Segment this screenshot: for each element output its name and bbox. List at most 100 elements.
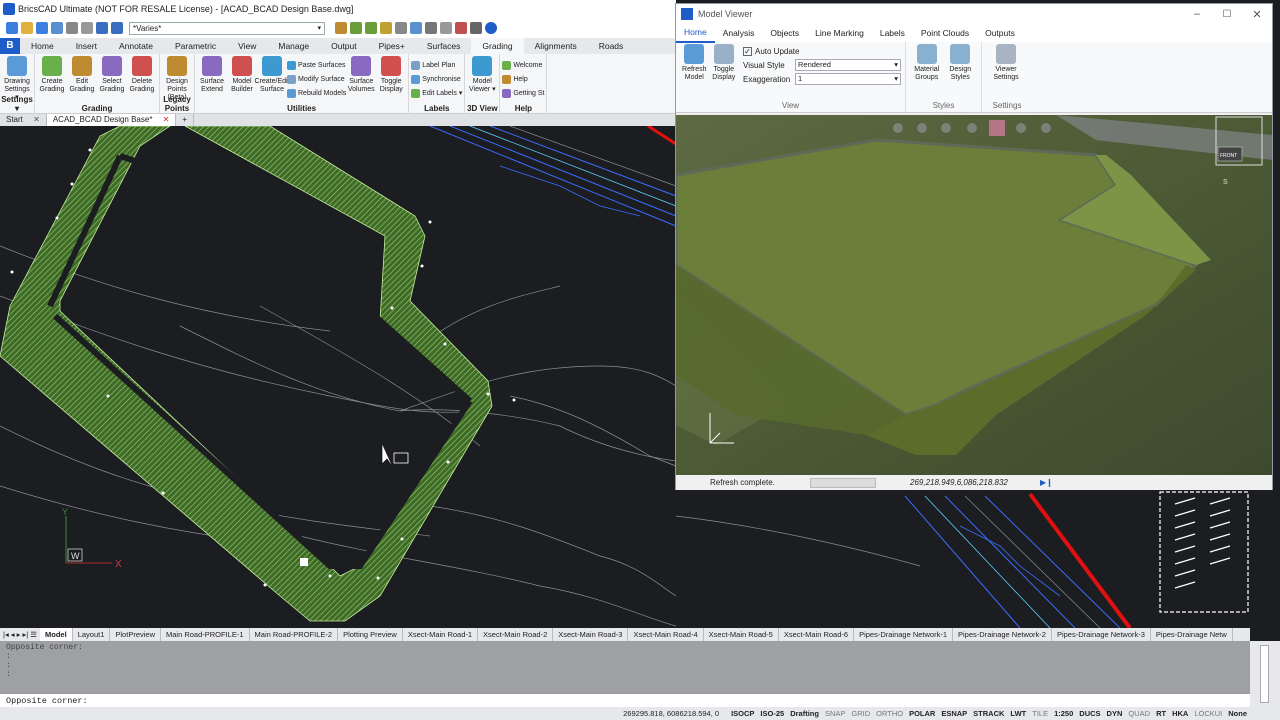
visual-style-select[interactable]: Rendered ▾ bbox=[795, 59, 901, 71]
status-toggle-polar[interactable]: POLAR bbox=[906, 709, 938, 718]
status-toggle-lockui[interactable]: LOCKUI bbox=[1191, 709, 1225, 718]
layer-lock-icon[interactable] bbox=[380, 22, 392, 34]
ribbon-small-label-plan[interactable]: Label Plan bbox=[411, 58, 462, 72]
ribbon-tab-home[interactable]: Home bbox=[20, 38, 65, 54]
mv-tab-objects[interactable]: Objects bbox=[762, 24, 807, 42]
layout-tab[interactable]: Layout1 bbox=[73, 628, 111, 641]
ribbon-tab-view[interactable]: View bbox=[227, 38, 267, 54]
ribbon-tab-grading[interactable]: Grading bbox=[471, 38, 524, 54]
layout-tab[interactable]: Pipes-Drainage Network-2 bbox=[953, 628, 1052, 641]
status-toggle-rt[interactable]: RT bbox=[1153, 709, 1169, 718]
help-icon[interactable] bbox=[485, 22, 497, 34]
document-tab[interactable]: ACAD_BCAD Design Base* ✕ bbox=[46, 114, 177, 126]
ribbon-small-paste-surfaces[interactable]: Paste Surfaces bbox=[287, 58, 346, 72]
layout-nav-arrows[interactable]: |◂ ◂ ▸ ▸| ☰ bbox=[0, 630, 40, 639]
layout-tab[interactable]: PlotPreview bbox=[110, 628, 161, 641]
layer-color-icon[interactable] bbox=[395, 22, 407, 34]
ribbon-tab-roads[interactable]: Roads bbox=[588, 38, 635, 54]
ribbon-small-getting-st[interactable]: Getting St bbox=[502, 86, 544, 100]
ribbon-tab-manage[interactable]: Manage bbox=[267, 38, 320, 54]
ribbon-tab-surfaces[interactable]: Surfaces bbox=[416, 38, 472, 54]
layout-tab[interactable]: Xsect-Main Road-4 bbox=[628, 628, 704, 641]
status-toggle-iso-25[interactable]: ISO-25 bbox=[757, 709, 787, 718]
mv-tab-analysis[interactable]: Analysis bbox=[715, 24, 763, 42]
print-icon[interactable] bbox=[66, 22, 78, 34]
status-toggle-snap[interactable]: SNAP bbox=[822, 709, 848, 718]
status-toggle-ortho[interactable]: ORTHO bbox=[873, 709, 906, 718]
ribbon-tab-insert[interactable]: Insert bbox=[65, 38, 108, 54]
ribbon-small-help[interactable]: Help bbox=[502, 72, 544, 86]
grip-square[interactable] bbox=[300, 558, 308, 566]
maximize-icon[interactable]: ☐ bbox=[1212, 9, 1242, 20]
status-toggle-esnap[interactable]: ESNAP bbox=[938, 709, 970, 718]
mv-tab-point-clouds[interactable]: Point Clouds bbox=[913, 24, 977, 42]
layout-tab[interactable]: Xsect-Main Road-2 bbox=[478, 628, 554, 641]
layout-tab[interactable]: Xsect-Main Road-6 bbox=[779, 628, 855, 641]
layer-freeze-icon[interactable] bbox=[365, 22, 377, 34]
status-toggle-grid[interactable]: GRID bbox=[848, 709, 873, 718]
model-3d-svg[interactable]: FRONT S bbox=[674, 115, 1272, 475]
layout-tab[interactable]: Model bbox=[40, 628, 73, 641]
close-icon[interactable]: ✕ bbox=[160, 115, 170, 124]
ribbon-tab-pipes-[interactable]: Pipes+ bbox=[368, 38, 416, 54]
layout-tab[interactable]: Xsect-Main Road-1 bbox=[403, 628, 479, 641]
command-scrollbar[interactable] bbox=[1250, 641, 1280, 707]
layout-tab[interactable]: Xsect-Main Road-5 bbox=[704, 628, 779, 641]
new-tab-plus-icon[interactable]: + bbox=[176, 114, 195, 126]
app-menu-button[interactable]: B bbox=[0, 38, 20, 54]
layout-tab[interactable]: Main Road-PROFILE-2 bbox=[250, 628, 339, 641]
mv-tab-labels[interactable]: Labels bbox=[872, 24, 913, 42]
undo-icon[interactable] bbox=[96, 22, 108, 34]
layer-combo[interactable]: *Varies* ▾ bbox=[129, 21, 325, 35]
mv-tab-outputs[interactable]: Outputs bbox=[977, 24, 1023, 42]
save-icon[interactable] bbox=[36, 22, 48, 34]
ribbon-small-synchronise[interactable]: Synchronise bbox=[411, 72, 462, 86]
ribbon-small-welcome[interactable]: Welcome bbox=[502, 58, 544, 72]
properties-icon[interactable] bbox=[425, 22, 437, 34]
match-icon[interactable] bbox=[440, 22, 452, 34]
document-tab[interactable]: Start ✕ bbox=[0, 114, 47, 126]
mv-tab-line-marking[interactable]: Line Marking bbox=[807, 24, 872, 42]
close-icon[interactable]: ✕ bbox=[31, 115, 40, 124]
save-as-icon[interactable] bbox=[51, 22, 63, 34]
ribbon-tab-annotate[interactable]: Annotate bbox=[108, 38, 164, 54]
settings-icon[interactable] bbox=[470, 22, 482, 34]
tool-icon[interactable] bbox=[335, 22, 347, 34]
erase-icon[interactable] bbox=[455, 22, 467, 34]
ribbon-small-modify-surface[interactable]: Modify Surface bbox=[287, 72, 346, 86]
new-icon[interactable] bbox=[6, 22, 18, 34]
layout-tab[interactable]: Pipes-Drainage Network-1 bbox=[854, 628, 954, 641]
ribbon-small-rebuild-models[interactable]: Rebuild Models bbox=[287, 86, 346, 100]
layout-tab[interactable]: Pipes-Drainage Network-3 bbox=[1052, 628, 1151, 641]
layout-tab[interactable]: Pipes-Drainage Netw bbox=[1151, 628, 1233, 641]
model-viewer-3d-view[interactable]: FRONT S bbox=[674, 115, 1272, 475]
auto-update-checkbox[interactable]: ✓ bbox=[743, 46, 752, 56]
command-line[interactable]: Opposite corner: bbox=[0, 693, 1250, 707]
ribbon-small-edit-labels-[interactable]: Edit Labels ▾ bbox=[411, 86, 462, 100]
ribbon-tab-output[interactable]: Output bbox=[320, 38, 368, 54]
scrollbar-track[interactable] bbox=[1260, 645, 1269, 703]
status-toggle-1-250[interactable]: 1:250 bbox=[1051, 709, 1076, 718]
ribbon-tab-parametric[interactable]: Parametric bbox=[164, 38, 227, 54]
status-toggle-quad[interactable]: QUAD bbox=[1125, 709, 1153, 718]
status-toggle-tile[interactable]: TILE bbox=[1029, 709, 1051, 718]
print-preview-icon[interactable] bbox=[81, 22, 93, 34]
redo-icon[interactable] bbox=[111, 22, 123, 34]
status-toggle-none[interactable]: None bbox=[1225, 709, 1250, 718]
status-toggle-drafting[interactable]: Drafting bbox=[787, 709, 822, 718]
status-toggle-dyn[interactable]: DYN bbox=[1104, 709, 1126, 718]
status-toggle-lwt[interactable]: LWT bbox=[1007, 709, 1029, 718]
layer-manager-icon[interactable] bbox=[410, 22, 422, 34]
play-pause-icon[interactable]: ▶❙ bbox=[1040, 478, 1053, 487]
layout-tab[interactable]: Plotting Preview bbox=[338, 628, 403, 641]
mv-tab-home[interactable]: Home bbox=[676, 23, 715, 43]
exaggeration-input[interactable]: 1 ▾ bbox=[795, 73, 901, 85]
close-icon[interactable]: ✕ bbox=[1242, 8, 1272, 21]
status-toggle-ducs[interactable]: DUCS bbox=[1076, 709, 1103, 718]
status-toggle-hka[interactable]: HKA bbox=[1169, 709, 1191, 718]
ribbon-tab-alignments[interactable]: Alignments bbox=[524, 38, 588, 54]
layer-on-icon[interactable] bbox=[350, 22, 362, 34]
layout-tab[interactable]: Main Road-PROFILE-1 bbox=[161, 628, 250, 641]
open-icon[interactable] bbox=[21, 22, 33, 34]
minimize-icon[interactable]: – bbox=[1182, 8, 1212, 20]
